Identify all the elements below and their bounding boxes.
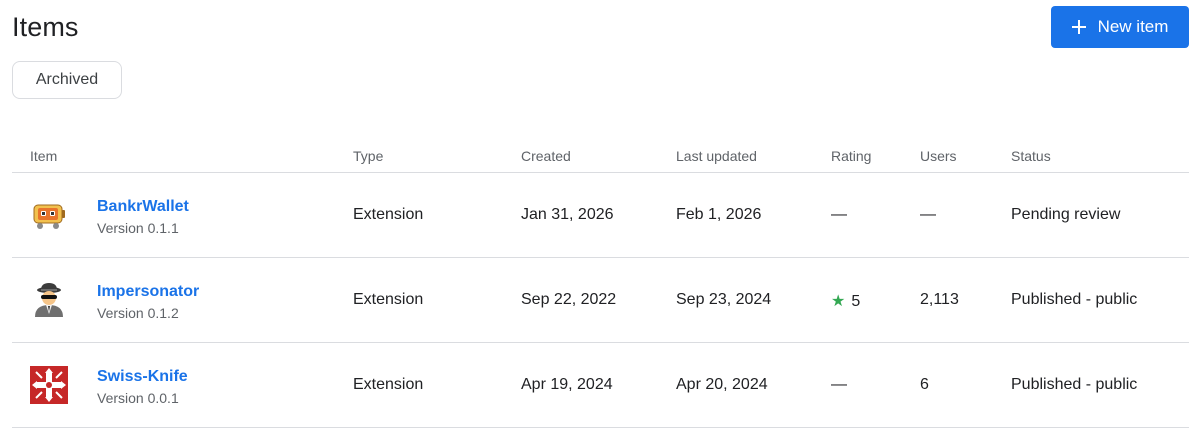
item-type: Extension — [353, 291, 424, 308]
item-rating: ★ 5 — [831, 291, 860, 311]
item-name-link[interactable]: BankrWallet — [97, 198, 189, 216]
item-updated-date: Apr 20, 2024 — [676, 376, 768, 393]
table-row[interactable]: Impersonator Version 0.1.2 Extension Sep… — [12, 258, 1189, 343]
item-version: Version 0.0.1 — [97, 390, 179, 406]
item-version: Version 0.1.1 — [97, 220, 179, 236]
item-created-date: Jan 31, 2026 — [521, 206, 614, 223]
column-header-users: Users — [920, 148, 957, 164]
item-type: Extension — [353, 376, 424, 393]
table-row[interactable]: BankrWallet Version 0.1.1 Extension Jan … — [12, 173, 1189, 258]
table-row[interactable]: Swiss-Knife Version 0.0.1 Extension Apr … — [12, 343, 1189, 428]
item-name-link[interactable]: Swiss-Knife — [97, 368, 188, 386]
item-name-link[interactable]: Impersonator — [97, 283, 199, 301]
item-created-date: Sep 22, 2022 — [521, 291, 617, 308]
item-updated-date: Feb 1, 2026 — [676, 206, 762, 223]
rating-value: 5 — [851, 293, 861, 310]
archived-filter-chip[interactable]: Archived — [12, 61, 122, 99]
column-header-type: Type — [353, 148, 384, 164]
spy-icon — [30, 281, 68, 319]
column-header-last-updated: Last updated — [676, 148, 757, 164]
swiss-knife-icon — [30, 366, 68, 404]
item-updated-date: Sep 23, 2024 — [676, 291, 772, 308]
item-rating: — — [831, 206, 847, 223]
table-header: Item Type Created Last updated Rating Us… — [12, 138, 1189, 173]
item-users: 2,113 — [920, 291, 959, 308]
item-status: Published - public — [1011, 291, 1138, 308]
new-item-label: New item — [1097, 17, 1169, 36]
star-icon: ★ — [831, 293, 846, 310]
items-table: Item Type Created Last updated Rating Us… — [12, 138, 1189, 428]
item-version: Version 0.1.2 — [97, 305, 179, 321]
item-users: 6 — [920, 376, 929, 393]
plus-icon — [1071, 20, 1086, 34]
item-status: Pending review — [1011, 206, 1121, 223]
item-created-date: Apr 19, 2024 — [521, 376, 613, 393]
new-item-button[interactable]: New item — [1051, 6, 1189, 48]
column-header-item: Item — [30, 148, 58, 164]
item-type: Extension — [353, 206, 424, 223]
item-status: Published - public — [1011, 376, 1138, 393]
item-rating: — — [831, 376, 847, 393]
item-users: — — [920, 206, 936, 223]
column-header-status: Status — [1011, 148, 1051, 164]
page-title: Items — [12, 12, 79, 42]
column-header-rating: Rating — [831, 148, 872, 164]
robot-wallet-icon — [30, 196, 68, 234]
column-header-created: Created — [521, 148, 571, 164]
